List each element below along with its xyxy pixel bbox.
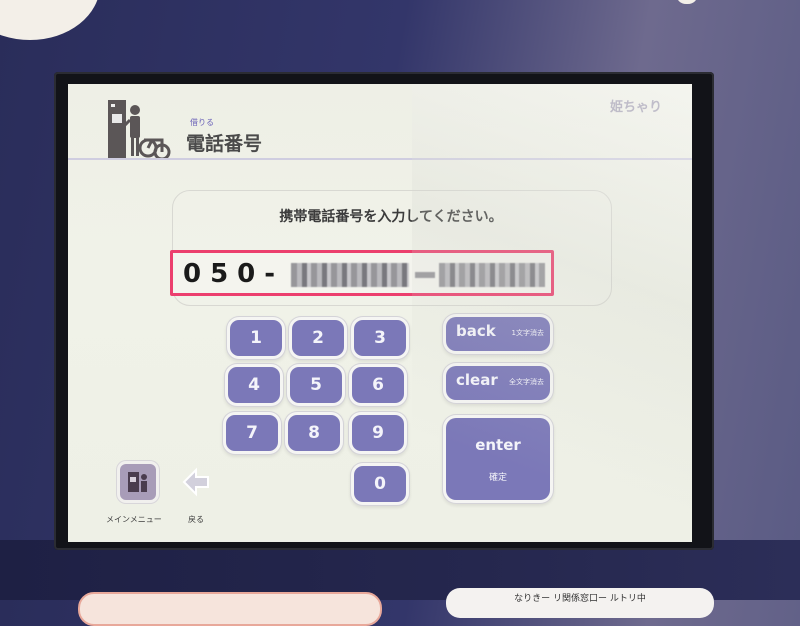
kiosk-decal-drop	[676, 0, 698, 4]
kiosk-sticker-right: なりきー リ関係窓口ー ルトリ中	[446, 588, 714, 618]
key-3[interactable]: 3	[354, 320, 406, 356]
back-button[interactable]: back 1文字消去	[446, 317, 550, 351]
back-arrow-icon	[182, 467, 209, 497]
back-button-label: back	[456, 322, 496, 340]
enter-button-label: enter	[475, 436, 521, 454]
key-4[interactable]: 4	[228, 367, 280, 403]
screen-header: 借りる 電話番号 姫ちゃり	[68, 84, 692, 160]
key-8[interactable]: 8	[288, 415, 340, 451]
key-9[interactable]: 9	[352, 415, 404, 451]
phone-number-field[interactable]: 050-	[170, 250, 554, 296]
back-button-sub: 1文字消去	[511, 329, 544, 337]
clear-button-label: clear	[456, 371, 498, 389]
masked-digits-segment-2	[439, 263, 545, 287]
key-1[interactable]: 1	[230, 320, 282, 356]
key-6[interactable]: 6	[352, 367, 404, 403]
rental-kiosk-person-bicycle-icon	[108, 100, 171, 160]
key-5[interactable]: 5	[290, 367, 342, 403]
kiosk-sticker-left	[78, 592, 382, 626]
masked-separator	[415, 272, 435, 278]
masked-digits-segment-1	[291, 263, 409, 287]
phone-number-prefix: 050-	[183, 259, 285, 289]
kiosk-screen: 借りる 電話番号 姫ちゃり 携帯電話番号を入力してください。 050- 1 2 …	[68, 84, 692, 542]
page-title: 電話番号	[186, 133, 263, 155]
clear-button[interactable]: clear 全文字消去	[446, 366, 550, 400]
action-sub-label: 借りる	[190, 118, 214, 127]
clear-button-sub: 全文字消去	[509, 378, 544, 386]
main-menu-button[interactable]	[120, 464, 156, 500]
main-menu-icon	[128, 472, 147, 492]
key-7[interactable]: 7	[226, 415, 278, 451]
return-label: 戻る	[188, 515, 204, 524]
main-menu-label: メインメニュー	[106, 515, 162, 524]
brand-logo: 姫ちゃり	[609, 100, 662, 115]
enter-button-sub: 確定	[488, 473, 507, 483]
enter-button[interactable]: enter 確定	[446, 418, 550, 500]
key-0[interactable]: 0	[354, 466, 406, 502]
return-button[interactable]	[178, 464, 214, 500]
header-divider	[68, 158, 692, 160]
sticker-text: なりきー リ関係窓口ー ルトリ中	[514, 594, 646, 604]
kiosk-decal-circle	[0, 0, 100, 40]
input-prompt: 携帯電話番号を入力してください。	[279, 209, 503, 225]
key-2[interactable]: 2	[292, 320, 344, 356]
